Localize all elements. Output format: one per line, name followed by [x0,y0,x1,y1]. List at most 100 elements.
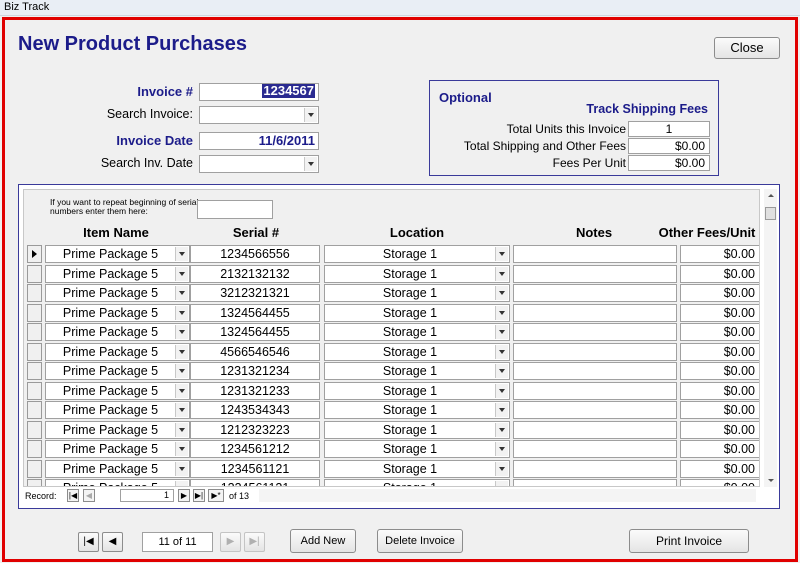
item-name-combo[interactable]: Prime Package 5 [45,420,190,439]
item-name-combo[interactable]: Prime Package 5 [45,342,190,361]
total-units-field[interactable]: 1 [628,121,710,137]
chevron-down-icon[interactable] [495,344,508,359]
first-invoice-button[interactable]: |◀ [78,532,99,552]
add-new-button[interactable]: Add New [290,529,356,553]
invoice-date-field[interactable]: 11/6/2011 [199,132,319,150]
search-date-combo[interactable] [199,155,319,173]
item-name-combo[interactable]: Prime Package 5 [45,381,190,400]
other-fees-field[interactable]: $0.00 [680,440,759,458]
notes-field[interactable] [513,381,677,400]
chevron-down-icon[interactable] [175,383,188,398]
next-invoice-button[interactable]: ▶ [220,532,241,552]
row-selector[interactable] [27,479,42,486]
other-fees-field[interactable]: $0.00 [680,342,759,361]
chevron-down-icon[interactable] [495,286,508,300]
other-fees-field[interactable]: $0.00 [680,323,759,341]
search-invoice-combo[interactable] [199,106,319,124]
chevron-down-icon[interactable] [175,481,188,486]
notes-field[interactable] [513,303,677,322]
serial-field[interactable]: 1243534343 [190,401,320,419]
item-name-combo[interactable]: Prime Package 5 [45,303,190,322]
location-combo[interactable]: Storage 1 [324,381,510,400]
repeat-serial-input[interactable] [197,200,273,219]
chevron-down-icon[interactable] [175,286,188,300]
location-combo[interactable]: Storage 1 [324,420,510,439]
chevron-down-icon[interactable] [304,108,317,122]
serial-field[interactable]: 1231321233 [190,381,320,400]
location-combo[interactable]: Storage 1 [324,401,510,419]
location-combo[interactable]: Storage 1 [324,245,510,263]
notes-field[interactable] [513,245,677,263]
serial-field[interactable]: 1234561212 [190,440,320,458]
row-selector[interactable] [27,381,42,400]
new-record-icon[interactable]: ▶* [208,489,224,502]
other-fees-field[interactable]: $0.00 [680,420,759,439]
chevron-down-icon[interactable] [304,157,317,171]
scroll-down-icon[interactable] [764,474,777,487]
item-name-combo[interactable]: Prime Package 5 [45,362,190,380]
chevron-down-icon[interactable] [175,247,188,261]
serial-field[interactable]: 3212321321 [190,284,320,302]
item-name-combo[interactable]: Prime Package 5 [45,479,190,486]
chevron-down-icon[interactable] [175,305,188,320]
delete-invoice-button[interactable]: Delete Invoice [377,529,463,553]
serial-field[interactable]: 1324564455 [190,323,320,341]
item-name-combo[interactable]: Prime Package 5 [45,459,190,478]
notes-field[interactable] [513,479,677,486]
other-fees-field[interactable]: $0.00 [680,245,759,263]
row-selector[interactable] [27,362,42,380]
print-invoice-button[interactable]: Print Invoice [629,529,749,553]
prev-invoice-button[interactable]: ◀ [102,532,123,552]
location-combo[interactable]: Storage 1 [324,264,510,283]
prev-record-icon[interactable]: ◀ [83,489,95,502]
location-combo[interactable]: Storage 1 [324,362,510,380]
item-name-combo[interactable]: Prime Package 5 [45,401,190,419]
notes-field[interactable] [513,323,677,341]
item-name-combo[interactable]: Prime Package 5 [45,245,190,263]
other-fees-field[interactable]: $0.00 [680,362,759,380]
row-selector[interactable] [27,440,42,458]
other-fees-field[interactable]: $0.00 [680,303,759,322]
item-name-combo[interactable]: Prime Package 5 [45,284,190,302]
notes-field[interactable] [513,440,677,458]
chevron-down-icon[interactable] [495,481,508,486]
horizontal-scrollbar[interactable] [259,489,756,502]
row-selector[interactable] [27,342,42,361]
notes-field[interactable] [513,459,677,478]
location-combo[interactable]: Storage 1 [324,440,510,458]
first-record-icon[interactable]: |◀ [67,489,79,502]
chevron-down-icon[interactable] [175,344,188,359]
other-fees-field[interactable]: $0.00 [680,479,759,486]
serial-field[interactable]: 1234561121 [190,479,320,486]
notes-field[interactable] [513,264,677,283]
chevron-down-icon[interactable] [175,266,188,281]
location-combo[interactable]: Storage 1 [324,284,510,302]
next-record-icon[interactable]: ▶ [178,489,190,502]
invoice-number-field[interactable]: 1234567 [199,83,319,101]
other-fees-field[interactable]: $0.00 [680,381,759,400]
row-selector[interactable] [27,420,42,439]
item-name-combo[interactable]: Prime Package 5 [45,440,190,458]
chevron-down-icon[interactable] [175,422,188,437]
row-selector[interactable] [27,323,42,341]
chevron-down-icon[interactable] [495,383,508,398]
location-combo[interactable]: Storage 1 [324,479,510,486]
serial-field[interactable]: 1231321234 [190,362,320,380]
notes-field[interactable] [513,342,677,361]
chevron-down-icon[interactable] [495,364,508,378]
chevron-down-icon[interactable] [495,442,508,456]
chevron-down-icon[interactable] [175,403,188,417]
location-combo[interactable]: Storage 1 [324,342,510,361]
notes-field[interactable] [513,420,677,439]
notes-field[interactable] [513,401,677,419]
row-selector[interactable] [27,264,42,283]
chevron-down-icon[interactable] [495,247,508,261]
row-selector[interactable] [27,401,42,419]
location-combo[interactable]: Storage 1 [324,303,510,322]
chevron-down-icon[interactable] [495,305,508,320]
chevron-down-icon[interactable] [175,364,188,378]
row-selector[interactable] [27,303,42,322]
last-record-icon[interactable]: ▶| [193,489,205,502]
other-fees-field[interactable]: $0.00 [680,401,759,419]
chevron-down-icon[interactable] [175,461,188,476]
